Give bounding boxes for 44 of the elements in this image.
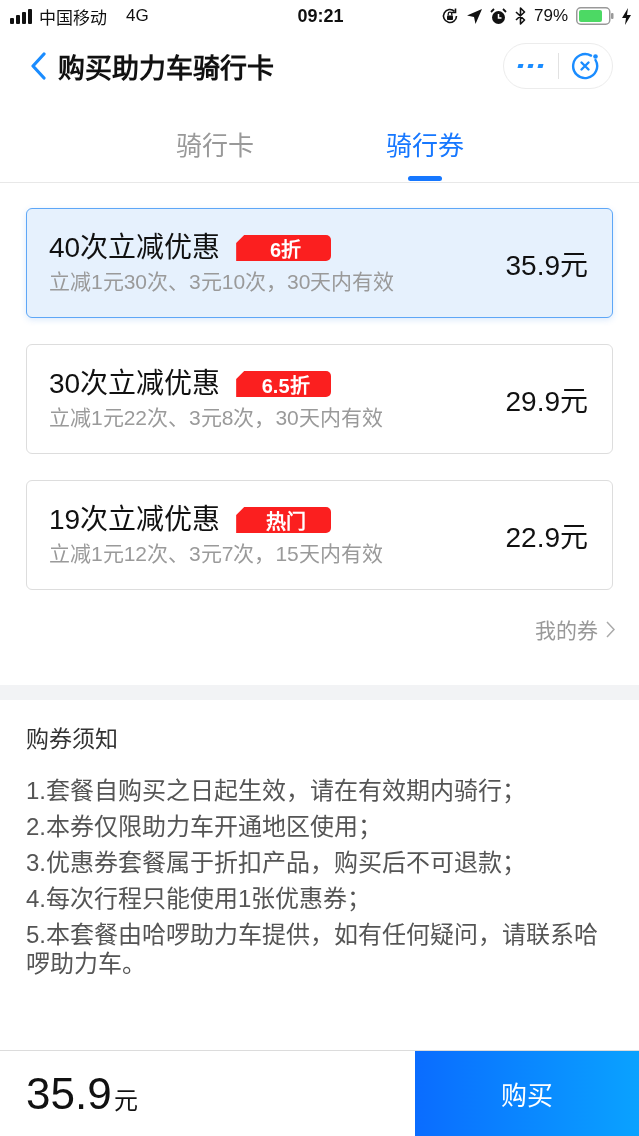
package-card[interactable]: 40次立减优惠 6折 立减1元30次、3元10次，30天内有效 35.9元 [26,208,613,318]
tab[interactable]: 骑行卡 [109,100,320,182]
more-icon [516,63,545,69]
package-title: 19次立减优惠 [49,503,221,537]
my-coupons-link[interactable]: 我的券 [535,614,615,644]
package-description: 立减1元30次、3元10次，30天内有效 [49,269,395,295]
package-title: 40次立减优惠 [49,231,221,265]
close-icon [570,51,600,81]
package-title: 30次立减优惠 [49,367,221,401]
total-price: 35.9 [26,1069,112,1119]
notice-item: 2.本券仅限助力车开通地区使用； [26,812,383,841]
alarm-clock-icon [489,7,507,25]
package-card[interactable]: 30次立减优惠 6.5折 立减1元22次、3元8次，30天内有效 29.9元 [26,344,613,454]
notice-heading: 购券须知 [26,726,119,752]
promo-badge: 6.5折 [236,371,332,397]
battery-percent: 79% [533,6,568,26]
carrier-name: 中国移动 [39,7,107,29]
bluetooth-icon [514,7,526,25]
package-price: 29.9元 [505,385,588,419]
status-time: 09:21 [297,5,344,27]
battery-icon [576,7,614,25]
notice-item: 5.本套餐由哈啰助力车提供，如有任何疑问，请联系哈啰助力车。 [26,920,599,978]
notice-item: 3.优惠券套餐属于折扣产品，购买后不可退款； [26,848,527,877]
price-unit: 元 [113,1086,138,1116]
buy-button[interactable]: 购买 [415,1051,639,1136]
tab-underline [407,176,442,181]
package-description: 立减1元12次、3元7次，15天内有效 [49,541,383,567]
notice-item: 1.套餐自购买之日起生效，请在有效期内骑行； [26,776,527,805]
signal-bars-icon [10,8,34,24]
promo-badge: 6折 [236,235,332,261]
package-card[interactable]: 19次立减优惠 热门 立减1元12次、3元7次，15天内有效 22.9元 [26,480,613,590]
rotation-lock-icon [440,7,459,25]
notice-item: 4.每次行程只能使用1张优惠券； [26,884,373,913]
package-price: 22.9元 [505,521,588,555]
package-description: 立减1元22次、3元8次，30天内有效 [49,405,383,431]
network-type: 4G [126,6,149,26]
chevron-right-icon [606,620,615,638]
page-title: 购买助力车骑行卡 [58,52,274,86]
location-arrow-icon [466,8,482,24]
promo-badge: 热门 [236,507,332,533]
package-price: 35.9元 [505,249,588,283]
charging-bolt-icon [622,7,631,25]
back-icon[interactable] [30,52,46,80]
tab[interactable]: 骑行券 [319,100,530,182]
